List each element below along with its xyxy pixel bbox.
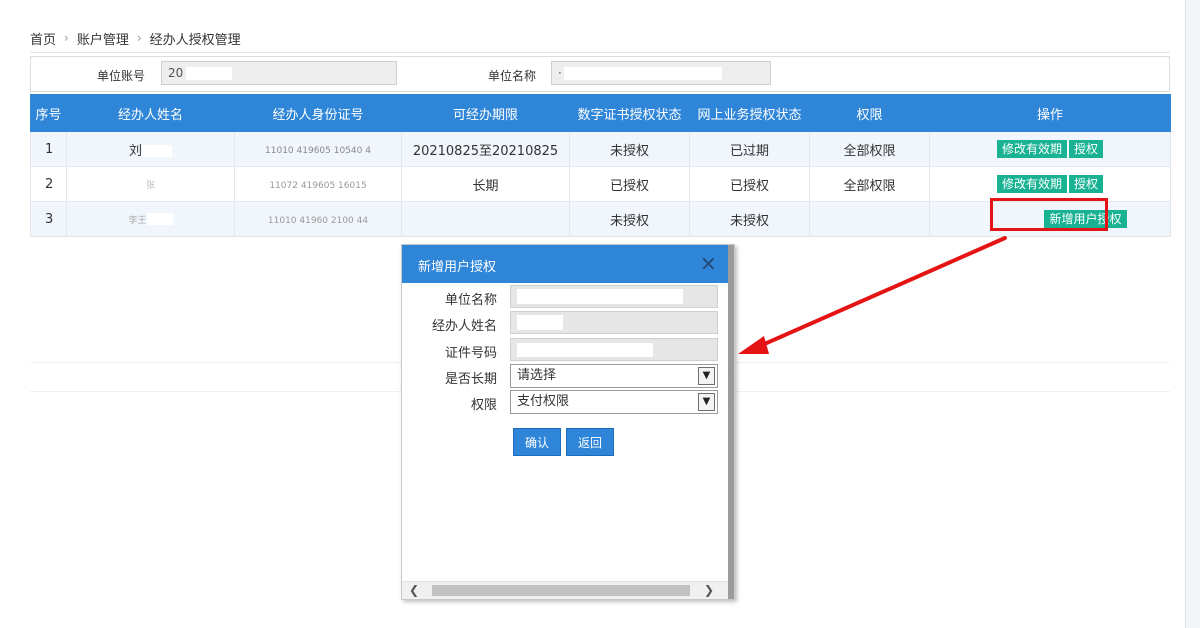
chevron-down-icon[interactable]: ▼: [698, 367, 715, 385]
dialog-header: 新增用户授权 ×: [402, 245, 728, 283]
long-term-select[interactable]: 请选择 ▼: [510, 364, 718, 388]
background-marker: [728, 374, 730, 376]
add-user-authorization-dialog: 新增用户授权 × 单位名称 经办人姓名 证件号码 是否长期 请选择 ▼ 权限 支…: [401, 244, 735, 600]
permission-label: 权限: [470, 398, 497, 413]
scroll-left-icon[interactable]: ❮: [405, 582, 423, 599]
permission-select[interactable]: 支付权限 ▼: [510, 390, 718, 414]
scroll-right-icon[interactable]: ❯: [700, 582, 718, 599]
redaction: [517, 343, 653, 357]
dialog-horizontal-scrollbar[interactable]: ❮ ❯: [402, 581, 728, 599]
arrow-head: [738, 336, 769, 354]
dialog-title: 新增用户授权: [418, 260, 497, 275]
long-term-label: 是否长期: [444, 372, 497, 387]
background-marker: [728, 400, 730, 402]
permission-value: 支付权限: [517, 394, 570, 409]
id-number-field[interactable]: [510, 338, 718, 361]
dialog-scrollbar[interactable]: [728, 245, 734, 599]
back-button[interactable]: 返回: [566, 428, 614, 456]
id-number-label: 证件号码: [444, 346, 497, 361]
agent-name-label: 经办人姓名: [431, 319, 497, 334]
unit-name-label: 单位名称: [444, 293, 497, 308]
chevron-down-icon[interactable]: ▼: [698, 393, 715, 411]
agent-name-field[interactable]: [510, 311, 718, 334]
long-term-value: 请选择: [517, 368, 557, 383]
redaction: [517, 289, 683, 304]
redaction: [517, 315, 563, 330]
confirm-button[interactable]: 确认: [513, 428, 561, 456]
arrow-shaft: [758, 236, 1007, 348]
close-icon[interactable]: ×: [700, 253, 717, 273]
scroll-thumb[interactable]: [432, 585, 690, 596]
unit-name-field[interactable]: [510, 285, 718, 308]
